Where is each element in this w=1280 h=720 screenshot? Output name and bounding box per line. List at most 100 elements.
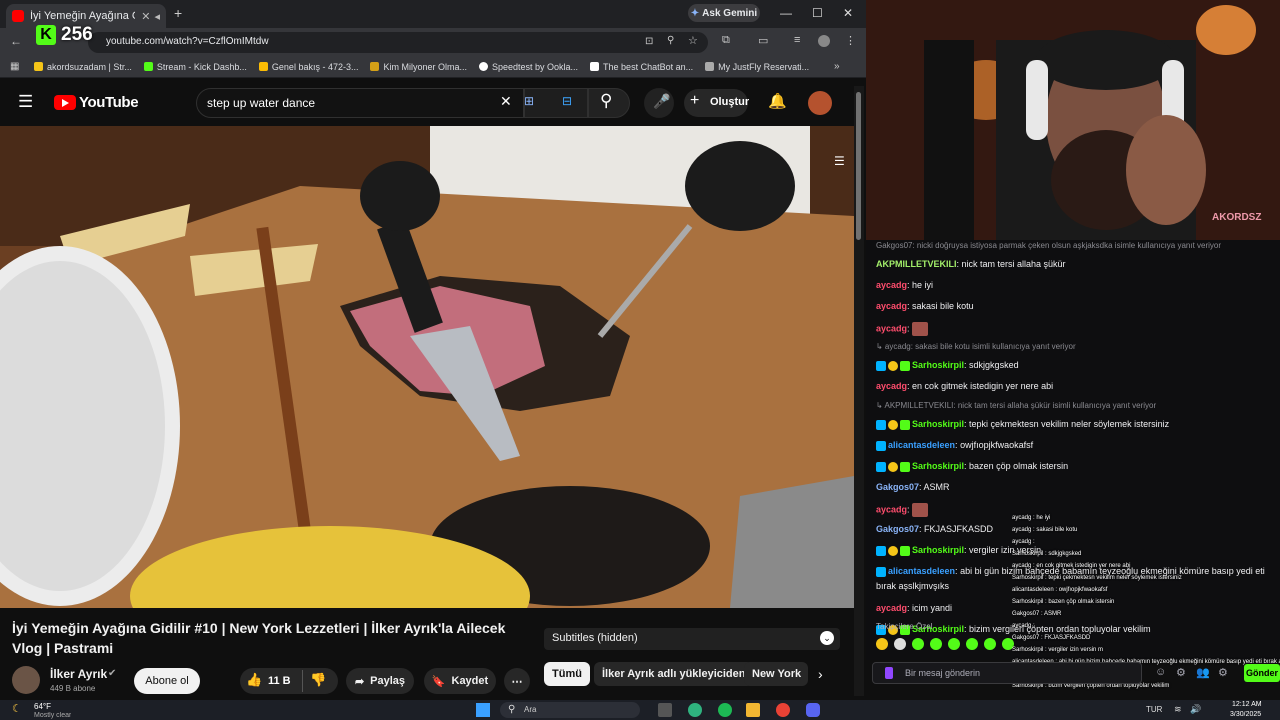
chat-username[interactable]: AKPMILLETVEKILI bbox=[876, 259, 957, 269]
chat-username[interactable]: aycadg bbox=[876, 381, 907, 391]
channel-name[interactable]: İlker Ayrık bbox=[50, 667, 107, 681]
chat-username[interactable]: aycadg bbox=[876, 280, 907, 290]
sidebar-icon[interactable]: ▭ bbox=[758, 34, 768, 47]
notifications-bell-icon[interactable]: 🔔 bbox=[768, 92, 787, 110]
bookmark-item[interactable]: Kim Milyoner Olma... bbox=[370, 62, 467, 72]
quick-emote-icon[interactable] bbox=[948, 638, 960, 650]
chip-uploader[interactable]: İlker Ayrık adlı yükleyiciden bbox=[594, 662, 754, 686]
translate-icon[interactable]: ⊞ bbox=[524, 94, 534, 108]
chat-message[interactable]: aycadg: bbox=[876, 503, 930, 517]
quick-emote-icon[interactable] bbox=[966, 638, 978, 650]
chat-message[interactable]: alicantasdeleen: owjfıopjkfwaokafsf bbox=[876, 440, 1033, 451]
chat-users-icon[interactable]: 👥 bbox=[1196, 666, 1210, 679]
windows-start-icon[interactable] bbox=[476, 703, 490, 717]
chip-all[interactable]: Tümü bbox=[544, 662, 590, 686]
chat-message[interactable]: AKPMILLETVEKILI: nick tam tersi allaha ş… bbox=[876, 259, 1066, 269]
bookmark-item[interactable]: Speedtest by Ookla... bbox=[478, 62, 578, 72]
zoom-icon[interactable]: ⚲ bbox=[667, 35, 674, 46]
chat-message[interactable]: Sarhoskirpil: sdkjgkgsked bbox=[876, 360, 1019, 371]
back-icon[interactable]: ← bbox=[10, 34, 22, 48]
chat-username[interactable]: aycadg bbox=[876, 603, 907, 613]
chips-next-icon[interactable]: › bbox=[818, 666, 823, 682]
emote-picker-icon[interactable]: ☺ bbox=[1155, 666, 1166, 678]
discord-icon[interactable] bbox=[806, 703, 820, 717]
chat-username[interactable]: aycadg bbox=[876, 323, 907, 333]
more-menu-icon[interactable]: ⋮ bbox=[845, 34, 856, 47]
chat-message[interactable]: Gakgos07: ASMR bbox=[876, 482, 950, 492]
chat-username[interactable]: Sarhoskirpil bbox=[912, 419, 964, 429]
chat-username[interactable]: alicantasdeleen bbox=[888, 440, 955, 450]
chat-message[interactable]: Sarhoskirpil: tepki çekmektesn vekilim n… bbox=[876, 419, 1169, 430]
new-tab-icon[interactable]: + bbox=[174, 5, 182, 21]
chat-message[interactable]: aycadg: icim yandi bbox=[876, 603, 952, 613]
profile-avatar-icon[interactable] bbox=[818, 35, 830, 47]
chat-username[interactable]: Sarhoskirpil bbox=[912, 461, 964, 471]
bookmark-item[interactable]: The best ChatBot an... bbox=[590, 62, 693, 72]
url-bar[interactable]: youtube.com/watch?v=CzflOmIMtdw bbox=[88, 32, 708, 53]
install-app-icon[interactable]: ⊡ bbox=[645, 36, 653, 47]
bookmark-item[interactable]: akordsuzadam | Str... bbox=[34, 62, 132, 72]
bookmark-item[interactable]: Genel bakış - 472-3... bbox=[258, 62, 358, 72]
chrome-icon[interactable] bbox=[776, 703, 790, 717]
quick-emote-icon[interactable] bbox=[930, 638, 942, 650]
search-input[interactable]: step up water dance bbox=[196, 88, 524, 118]
wifi-icon[interactable]: ≋ bbox=[1174, 704, 1182, 715]
more-bookmarks-icon[interactable]: » bbox=[834, 61, 840, 72]
chat-message[interactable]: aycadg: he iyi bbox=[876, 280, 933, 290]
bookmark-item[interactable]: My JustFly Reservati... bbox=[705, 62, 809, 72]
screenshot-search-icon[interactable]: ⊟ bbox=[562, 94, 572, 108]
file-explorer-icon[interactable] bbox=[746, 703, 760, 717]
chat-message[interactable]: aycadg: sakasi bile kotu bbox=[876, 301, 974, 311]
chat-username[interactable]: aycadg bbox=[876, 504, 907, 514]
chat-username[interactable]: Sarhoskirpil bbox=[912, 360, 964, 370]
quick-emote-icon[interactable] bbox=[912, 638, 924, 650]
apps-grid-icon[interactable]: ▦ bbox=[10, 61, 19, 72]
chip-new-york[interactable]: New York bbox=[744, 662, 808, 686]
quick-emote-icon[interactable] bbox=[984, 638, 996, 650]
app-icon[interactable] bbox=[688, 703, 702, 717]
chat-username[interactable]: aycadg bbox=[876, 301, 907, 311]
close-tab-icon[interactable]: ✕ bbox=[141, 10, 150, 23]
chevron-down-icon[interactable]: ⌄ bbox=[820, 631, 834, 645]
bookmark-item[interactable]: Stream - Kick Dashb... bbox=[143, 62, 247, 72]
youtube-logo[interactable]: YouTube bbox=[54, 94, 139, 111]
hamburger-menu-icon[interactable]: ☰ bbox=[18, 92, 33, 112]
chat-message[interactable]: aycadg: bbox=[876, 322, 930, 336]
chat-username[interactable]: Gakgos07 bbox=[876, 482, 919, 492]
clear-search-icon[interactable]: ✕ bbox=[500, 93, 512, 110]
more-actions-button[interactable]: ⋯ bbox=[504, 668, 530, 694]
language-indicator[interactable]: TUR bbox=[1146, 705, 1162, 714]
chat-message[interactable]: Sarhoskirpil: bazen çöp olmak istersin bbox=[876, 461, 1068, 472]
volume-icon[interactable]: 🔊 bbox=[1190, 704, 1201, 715]
downloads-icon[interactable]: ≡ bbox=[794, 34, 800, 46]
chat-settings-icon[interactable]: ⚙ bbox=[1176, 666, 1186, 679]
chat-message[interactable]: aycadg: en cok gitmek istedigin yer nere… bbox=[876, 381, 1053, 391]
maximize-icon[interactable]: ☐ bbox=[812, 6, 823, 20]
dislike-icon[interactable]: 👎 bbox=[310, 672, 326, 688]
send-button[interactable]: Gönder bbox=[1244, 664, 1280, 682]
taskbar-search[interactable] bbox=[500, 702, 640, 718]
chat-username[interactable]: alicantasdeleen bbox=[888, 566, 955, 576]
bookmark-star-icon[interactable]: ☆ bbox=[688, 34, 698, 47]
chat-message[interactable]: Gakgos07: FKJASJFKASDD bbox=[876, 524, 993, 534]
spotify-icon[interactable] bbox=[718, 703, 732, 717]
save-button[interactable]: 🔖 Kaydet bbox=[424, 668, 496, 694]
ask-gemini-button[interactable]: ✦ Ask Gemini bbox=[688, 4, 760, 22]
video-player[interactable]: ☰ bbox=[0, 126, 854, 608]
video-menu-icon[interactable]: ☰ bbox=[834, 154, 845, 168]
minimize-icon[interactable]: — bbox=[780, 6, 792, 20]
quick-emote-icon[interactable] bbox=[876, 638, 888, 650]
subtitles-panel[interactable]: Subtitles (hidden) ⌄ bbox=[544, 628, 840, 650]
share-button[interactable]: ➦ Paylaş bbox=[346, 668, 414, 694]
close-window-icon[interactable]: ✕ bbox=[843, 6, 853, 20]
chat-username[interactable]: Sarhoskirpil bbox=[912, 545, 964, 555]
account-avatar[interactable] bbox=[808, 91, 832, 115]
subscribe-button[interactable]: Abone ol bbox=[134, 668, 200, 694]
channel-avatar[interactable] bbox=[12, 666, 40, 694]
quick-emote-icon[interactable] bbox=[894, 638, 906, 650]
scrollbar-thumb[interactable] bbox=[856, 92, 861, 240]
mute-tab-icon[interactable]: ◂ bbox=[154, 10, 160, 23]
chat-message-input[interactable]: Bir mesaj gönderin bbox=[872, 662, 1142, 684]
extensions-icon[interactable]: ⧉ bbox=[722, 34, 730, 47]
chat-gear-icon[interactable]: ⚙ bbox=[1218, 666, 1228, 679]
